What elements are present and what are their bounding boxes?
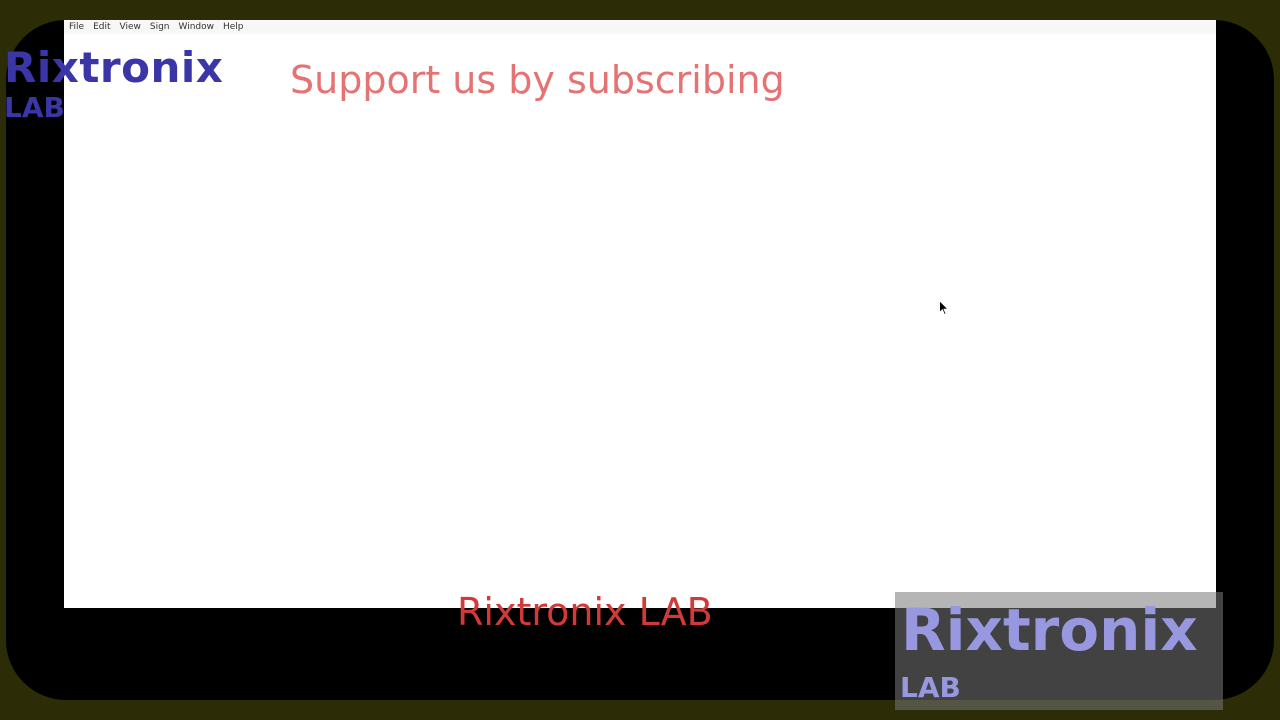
menu-edit[interactable]: Edit <box>93 20 110 34</box>
mouse-pointer-icon <box>939 300 949 316</box>
logo-subtitle: LAB <box>4 91 65 124</box>
logo-title: Rixtronix <box>4 43 224 92</box>
subscribe-banner: Support us by subscribing <box>290 58 785 102</box>
channel-watermark: Rixtronix LAB <box>895 592 1223 710</box>
app-window: File Edit View Sign Window Help <box>64 20 1216 608</box>
channel-caption: Rixtronix LAB <box>457 590 713 634</box>
watermark-title: Rixtronix <box>901 596 1198 664</box>
menu-help[interactable]: Help <box>223 20 244 34</box>
menu-sign[interactable]: Sign <box>150 20 170 34</box>
menu-view[interactable]: View <box>120 20 141 34</box>
menu-file[interactable]: File <box>69 20 84 34</box>
menu-bar: File Edit View Sign Window Help <box>64 20 1216 34</box>
watermark-subtitle: LAB <box>900 671 961 704</box>
menu-window[interactable]: Window <box>179 20 215 34</box>
channel-logo: Rixtronix LAB <box>4 44 223 124</box>
